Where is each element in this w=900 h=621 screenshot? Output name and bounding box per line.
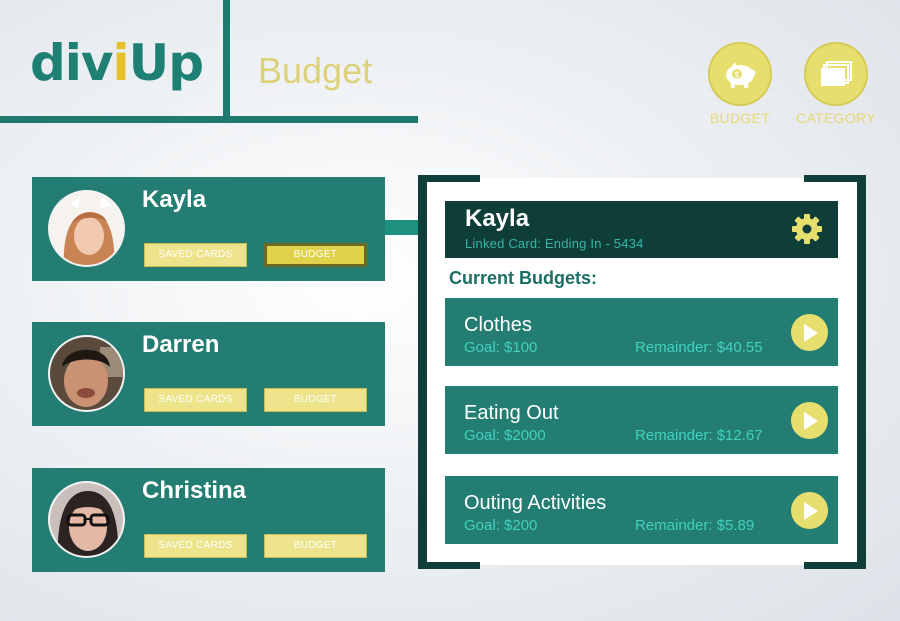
budget-name: Eating Out: [464, 402, 559, 424]
budget-nav-label: BUDGET: [709, 110, 771, 126]
budget-name: Outing Activities: [464, 492, 607, 514]
page-title: Budget: [258, 50, 373, 91]
user-name: Kayla: [142, 186, 207, 213]
svg-text:$: $: [734, 71, 740, 81]
header-divider-vertical: [223, 0, 230, 122]
saved-cards-button[interactable]: SAVED CARDS: [144, 388, 247, 412]
saved-cards-button[interactable]: SAVED CARDS: [144, 534, 247, 558]
budget-goal: Goal: $200: [464, 517, 538, 534]
budget-item-clothes[interactable]: Clothes Goal: $100 Remainder: $40.55: [445, 298, 838, 366]
budget-nav-button[interactable]: $: [708, 42, 772, 106]
piggy-bank-icon: $: [726, 62, 756, 88]
budget-goal: Goal: $2000: [464, 427, 546, 444]
user-card-kayla[interactable]: Kayla SAVED CARDS BUDGET: [32, 177, 385, 281]
budget-name: Clothes: [464, 314, 532, 336]
current-budgets-heading: Current Budgets:: [449, 268, 597, 288]
play-icon: [803, 501, 818, 520]
budget-goal: Goal: $100: [464, 339, 538, 356]
category-nav-button[interactable]: [804, 42, 868, 106]
avatar: [48, 481, 125, 558]
app-logo: diviUp: [30, 34, 204, 92]
selection-connector: [385, 220, 418, 235]
avatar: [48, 190, 125, 267]
play-icon: [803, 323, 818, 342]
play-icon: [803, 411, 818, 430]
header-divider-horizontal: [0, 116, 418, 123]
budget-remainder: Remainder: $40.55: [635, 339, 763, 356]
budget-item-outing-activities[interactable]: Outing Activities Goal: $200 Remainder: …: [445, 476, 838, 544]
open-budget-button[interactable]: [791, 402, 828, 439]
open-budget-button[interactable]: [791, 492, 828, 529]
gear-icon[interactable]: [791, 213, 823, 245]
user-name: Christina: [142, 477, 247, 504]
open-budget-button[interactable]: [791, 314, 828, 351]
user-name: Darren: [142, 331, 220, 358]
saved-cards-button[interactable]: SAVED CARDS: [144, 243, 247, 267]
linked-card-text: Linked Card: Ending In - 5434: [465, 236, 644, 251]
budget-item-eating-out[interactable]: Eating Out Goal: $2000 Remainder: $12.67: [445, 386, 838, 454]
budget-button[interactable]: BUDGET: [264, 243, 367, 267]
budget-remainder: Remainder: $12.67: [635, 427, 763, 444]
detail-user-name: Kayla: [465, 205, 530, 232]
budget-button[interactable]: BUDGET: [264, 388, 367, 412]
detail-header: Kayla Linked Card: Ending In - 5434: [445, 201, 838, 258]
user-card-christina[interactable]: Christina SAVED CARDS BUDGET: [32, 468, 385, 572]
cards-stack-icon: [821, 61, 852, 86]
avatar: [48, 335, 125, 412]
budget-button[interactable]: BUDGET: [264, 534, 367, 558]
user-card-darren[interactable]: Darren SAVED CARDS BUDGET: [32, 322, 385, 426]
category-nav-label: CATEGORY: [796, 110, 876, 126]
budget-remainder: Remainder: $5.89: [635, 517, 755, 534]
